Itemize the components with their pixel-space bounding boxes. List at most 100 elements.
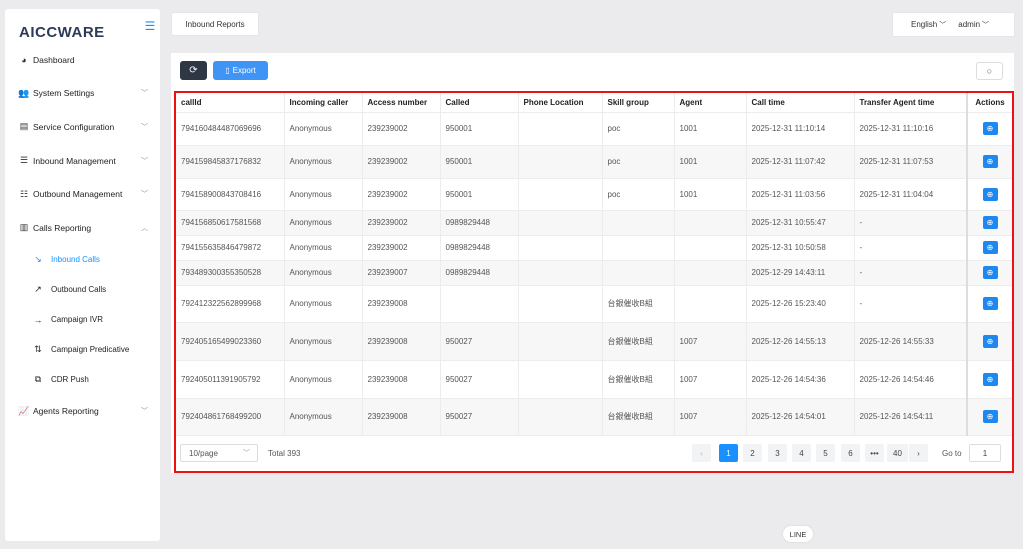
page-size-select[interactable]: 10/page ﹀ <box>180 444 258 462</box>
table-cell: Anonymous <box>284 360 363 399</box>
submenu-item-cdr-push[interactable]: ⧉ CDR Push <box>5 365 160 395</box>
page-2-button[interactable]: 2 <box>743 444 762 462</box>
zoom-icon: ⊕ <box>986 218 994 227</box>
table-cell: 2025-12-31 11:10:14 <box>746 112 855 146</box>
copy-icon: ⧉ <box>34 374 42 385</box>
view-details-button[interactable]: ⊕ <box>982 122 998 135</box>
page-6-button[interactable]: 6 <box>841 444 860 462</box>
collapse-menu-icon[interactable]: ☰ <box>143 19 157 33</box>
view-details-button[interactable]: ⊕ <box>982 216 998 229</box>
table-cell: Anonymous <box>284 210 363 236</box>
chevron-down-icon: ﹀ <box>939 21 947 29</box>
chevron-down-icon: ﹀ <box>141 408 148 416</box>
table-cell: - <box>854 285 968 323</box>
search-button[interactable]: ○ <box>976 62 1003 80</box>
header-controls: English ﹀ admin ﹀ <box>892 12 1015 37</box>
actions-cell: ⊕ <box>966 322 1012 361</box>
chevron-down-icon: ﹀ <box>141 123 148 131</box>
column-header: callId <box>176 93 285 113</box>
view-details-button[interactable]: ⊕ <box>982 372 998 386</box>
table-row: 794158900843708416 Anonymous 239239002 9500… <box>176 178 1012 211</box>
table-cell: 239239007 <box>362 260 441 286</box>
table-cell <box>518 360 603 399</box>
page-5-button[interactable]: 5 <box>816 444 835 462</box>
view-details-button[interactable]: ⊕ <box>982 241 998 254</box>
goto-label: Go to <box>942 449 962 458</box>
column-header: Incoming caller <box>284 93 363 113</box>
submenu-item-inbound-calls[interactable]: ↘ Inbound Calls <box>5 245 160 275</box>
table-cell: 239239002 <box>362 210 441 236</box>
submenu-item-campaign-ivr[interactable]: → Campaign IVR <box>5 305 160 335</box>
more-pages-button[interactable]: ••• <box>865 444 884 462</box>
language-select[interactable]: English ﹀ <box>911 20 946 30</box>
page-3-button[interactable]: 3 <box>768 444 787 462</box>
view-details-button[interactable]: ⊕ <box>982 266 998 279</box>
table-cell <box>602 210 675 236</box>
sidebar-item-agents-reporting[interactable]: 📈 Agents Reporting ﹀ <box>5 395 160 429</box>
sidebar-item-calls-reporting[interactable]: ▥ Calls Reporting ︿ <box>5 211 160 245</box>
page-4-button[interactable]: 4 <box>792 444 811 462</box>
view-details-button[interactable]: ⊕ <box>982 334 998 348</box>
chevron-up-icon: ︿ <box>141 224 148 232</box>
sidebar-item-label: Calls Reporting <box>33 222 92 233</box>
prev-page-button[interactable]: ‹ <box>692 444 711 462</box>
sidebar-item-outbound-management[interactable]: ☷ Outbound Management ﹀ <box>5 177 160 211</box>
sidebar-item-dashboard[interactable]: ◕ Dashboard <box>5 43 160 77</box>
table-cell: - <box>854 235 968 261</box>
table-cell: Anonymous <box>284 285 363 323</box>
view-details-button[interactable]: ⊕ <box>982 155 998 168</box>
submenu-item-outbound-calls[interactable]: ↗ Outbound Calls <box>5 275 160 305</box>
table-cell <box>440 285 519 323</box>
column-header: Access number <box>362 93 441 113</box>
table-cell: 2025-12-26 14:54:36 <box>746 360 855 399</box>
view-details-button[interactable]: ⊕ <box>982 297 998 310</box>
table-row: 793489300355350528 Anonymous 239239007 0989… <box>176 260 1012 286</box>
actions-cell: ⊕ <box>966 285 1012 323</box>
sidebar-item-system-settings[interactable]: 👥 System Settings ﹀ <box>5 77 160 111</box>
table-cell: 1007 <box>674 322 747 361</box>
table-cell: 793489300355350528 <box>176 260 285 286</box>
refresh-button[interactable]: ⟳ <box>180 61 207 80</box>
chevron-right-icon: › <box>917 448 920 458</box>
user-menu[interactable]: admin ﹀ <box>958 20 989 30</box>
table-cell <box>674 210 747 236</box>
export-button[interactable]: ▯ Export <box>213 61 268 80</box>
sidebar-item-inbound-management[interactable]: ☰ Inbound Management ﹀ <box>5 144 160 178</box>
table-cell: Anonymous <box>284 235 363 261</box>
view-details-button[interactable]: ⊕ <box>982 187 998 201</box>
table-cell: 950027 <box>440 398 519 436</box>
actions-cell: ⊕ <box>966 112 1012 146</box>
table-cell: 台銀催收B組 <box>602 285 675 323</box>
submenu-item-label: Campaign IVR <box>51 315 104 325</box>
page-1-button[interactable]: 1 <box>719 444 738 462</box>
table-row: 794156850617581568 Anonymous 239239002 0989… <box>176 210 1012 236</box>
reports-table: callId Incoming caller Access number Called… <box>176 93 1012 436</box>
view-details-button[interactable]: ⊕ <box>982 410 998 423</box>
table-cell: 794156850617581568 <box>176 210 285 236</box>
column-header: Called <box>440 93 519 113</box>
table-cell: - <box>854 210 968 236</box>
tab-inbound-reports[interactable]: Inbound Reports <box>171 12 259 36</box>
arrow-right-icon: → <box>33 314 43 325</box>
table-cell <box>518 322 603 361</box>
table-cell: 2025-12-31 10:50:58 <box>746 235 855 261</box>
column-header: Phone Location <box>518 93 603 113</box>
table-cell: 239239002 <box>362 235 441 261</box>
table-cell: 2025-12-31 11:10:16 <box>854 112 968 146</box>
sidebar: AICCWARE ☰ ◕ Dashboard 👥 System Settings ﹀ ▤ S… <box>5 9 160 541</box>
table-cell: 台銀催收B組 <box>602 360 675 399</box>
zoom-icon: ⊕ <box>986 336 994 346</box>
sidebar-item-service-configuration[interactable]: ▤ Service Configuration ﹀ <box>5 110 160 144</box>
column-header: Actions <box>966 93 1012 113</box>
page-40-button[interactable]: 40 <box>887 444 908 462</box>
language-label: English <box>911 19 938 29</box>
submenu-item-campaign-predicative[interactable]: ⇅ Campaign Predicative <box>5 335 160 365</box>
table-cell: 950001 <box>440 178 519 211</box>
table-cell: 2025-12-31 11:07:42 <box>746 145 855 179</box>
next-page-button[interactable]: › <box>909 444 928 462</box>
table-cell: 2025-12-31 11:03:56 <box>746 178 855 211</box>
column-header: Transfer Agent time <box>854 93 968 113</box>
logo-text: AICCWARE <box>19 23 105 41</box>
goto-page-input[interactable]: 1 <box>969 444 1001 462</box>
actions-cell: ⊕ <box>966 360 1012 399</box>
